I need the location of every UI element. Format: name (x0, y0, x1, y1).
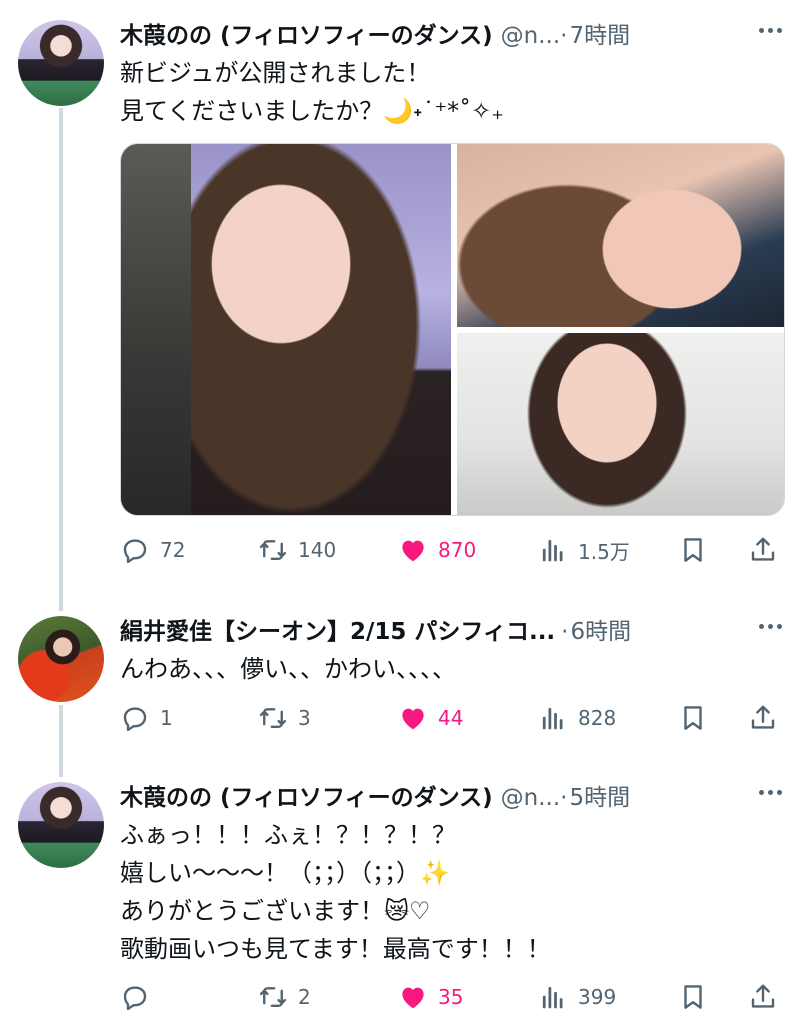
retweet-button[interactable]: 140 (258, 530, 336, 570)
avatar[interactable] (18, 616, 104, 702)
bookmark-icon (684, 538, 702, 562)
author-name[interactable]: 絹井愛佳【シーオン】2/15 パシフィコ... (120, 612, 555, 646)
like-icon-filled (402, 987, 424, 1009)
tweet[interactable]: 絹井愛佳【シーオン】2/15 パシフィコ... · 6時間 んわあ、、、儚い、、… (0, 600, 803, 770)
reply-icon (123, 707, 147, 732)
share-icon (751, 537, 775, 561)
tweet-text: 新ビジュが公開されました！ 見てくださいましたか？🌙˖˙⁺*˚✧₊ (120, 59, 504, 125)
tweet-text: ふぁっ！！！ふぇ！？！？！？ 嬉しい〜〜〜！（；；）（；；）✨ ありがとうござい… (120, 821, 551, 963)
retweet-icon (259, 987, 287, 1007)
action-bar: 1 3 44 828 (120, 698, 785, 738)
tweet-header: 絹井愛佳【シーオン】2/15 パシフィコ... · 6時間 (120, 612, 785, 648)
author-handle[interactable]: @n... (501, 785, 561, 811)
avatar[interactable] (18, 782, 104, 868)
more-icon[interactable] (755, 782, 785, 802)
avatar[interactable] (18, 20, 104, 106)
share-button[interactable] (748, 698, 778, 738)
tweet-text: んわあ、、、儚い、、かわい、、、、 (120, 655, 456, 683)
views-count: 828 (578, 706, 617, 730)
share-button[interactable] (748, 977, 778, 1017)
tweet-header: 木葭のの (フィロソフィーのダンス) @n... · 5時間 (120, 778, 785, 814)
views-button[interactable]: 399 (538, 977, 616, 1017)
bookmark-button[interactable] (678, 698, 708, 738)
more-icon[interactable] (755, 20, 785, 40)
retweet-button[interactable]: 3 (258, 698, 311, 738)
like-icon-filled (402, 708, 424, 730)
like-count: 870 (438, 538, 477, 562)
reply-icon (123, 539, 147, 564)
action-bar: 72 140 870 1.5万 (120, 530, 785, 570)
views-icon (542, 539, 563, 562)
timestamp[interactable]: 6時間 (570, 612, 631, 646)
like-button[interactable]: 44 (398, 698, 463, 738)
reply-count: 72 (160, 538, 186, 562)
like-button[interactable]: 35 (398, 977, 463, 1017)
action-bar: 2 35 399 (120, 977, 785, 1017)
retweet-button[interactable]: 2 (258, 977, 311, 1017)
photo-1[interactable] (121, 144, 451, 515)
bookmark-icon (684, 985, 702, 1009)
views-icon (542, 986, 563, 1009)
reply-count: 1 (160, 706, 173, 730)
photo-3[interactable] (457, 333, 784, 515)
author-name[interactable]: 木葭のの (フィロソフィーのダンス) (120, 16, 493, 50)
media-grid (120, 143, 785, 516)
reply-button[interactable] (120, 977, 160, 1017)
separator-dot: · (560, 23, 568, 49)
like-button[interactable]: 870 (398, 530, 476, 570)
share-icon (751, 984, 775, 1008)
timestamp[interactable]: 5時間 (569, 778, 630, 812)
bookmark-icon (684, 706, 702, 730)
reply-icon (123, 986, 147, 1011)
tweet[interactable]: 木葭のの (フィロソフィーのダンス) @n... · 7時間 新ビジュが公開され… (0, 0, 803, 600)
tweet[interactable]: 木葭のの (フィロソフィーのダンス) @n... · 5時間 ふぁっ！！！ふぇ！… (0, 770, 803, 1024)
share-button[interactable] (748, 530, 778, 570)
tweet-header: 木葭のの (フィロソフィーのダンス) @n... · 7時間 (120, 16, 785, 52)
reply-button[interactable]: 1 (120, 698, 173, 738)
reply-button[interactable]: 72 (120, 530, 185, 570)
views-count: 399 (578, 985, 617, 1009)
views-icon (542, 707, 563, 730)
like-count: 35 (438, 985, 464, 1009)
separator-dot: · (561, 619, 569, 645)
views-button[interactable]: 828 (538, 698, 616, 738)
retweet-count: 2 (298, 985, 311, 1009)
author-name[interactable]: 木葭のの (フィロソフィーのダンス) (120, 778, 493, 812)
views-count: 1.5万 (578, 539, 630, 564)
author-handle[interactable]: @n... (501, 23, 561, 49)
like-icon-filled (402, 540, 424, 562)
share-icon (751, 705, 775, 729)
bookmark-button[interactable] (678, 977, 708, 1017)
timestamp[interactable]: 7時間 (569, 16, 630, 50)
views-button[interactable]: 1.5万 (538, 530, 630, 570)
like-count: 44 (438, 706, 464, 730)
separator-dot: · (560, 785, 568, 811)
photo-2[interactable] (457, 144, 784, 327)
retweet-icon (259, 540, 287, 560)
bookmark-button[interactable] (678, 530, 708, 570)
retweet-count: 140 (298, 538, 337, 562)
more-icon[interactable] (755, 616, 785, 636)
retweet-icon (259, 708, 287, 728)
retweet-count: 3 (298, 706, 311, 730)
